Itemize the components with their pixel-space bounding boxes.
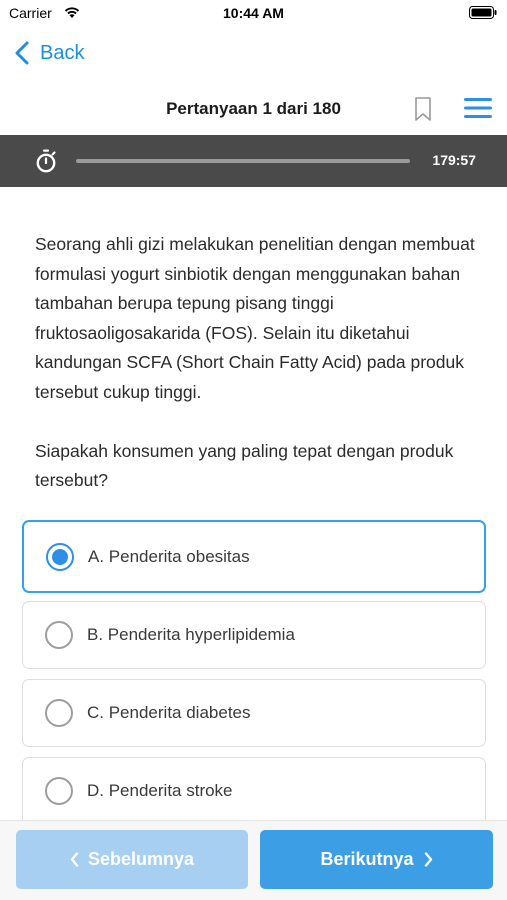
timer-bar: 179:57 xyxy=(0,135,507,187)
bookmark-icon[interactable] xyxy=(413,96,433,122)
timer-remaining: 179:57 xyxy=(432,152,476,168)
question-text: Seorang ahli gizi melakukan penelitian d… xyxy=(35,230,475,525)
back-button[interactable]: Back xyxy=(14,38,84,68)
navigation-bar: Back xyxy=(0,30,507,75)
back-label: Back xyxy=(40,41,85,64)
answer-option-c[interactable]: C. Penderita diabetes xyxy=(22,679,486,747)
chevron-left-icon xyxy=(70,852,79,867)
timer-progress-track xyxy=(76,159,410,163)
answer-option-label: B. Penderita hyperlipidemia xyxy=(87,625,295,644)
previous-button[interactable]: Sebelumnya xyxy=(16,830,248,889)
menu-icon[interactable] xyxy=(464,97,492,119)
question-prompt: Siapakah konsumen yang paling tepat deng… xyxy=(35,440,454,491)
radio-button[interactable] xyxy=(46,542,74,571)
question-paragraph: Seorang ahli gizi melakukan penelitian d… xyxy=(35,234,475,402)
battery-icon xyxy=(469,6,497,19)
previous-label: Sebelumnya xyxy=(87,849,195,869)
answer-option-label: C. Penderita diabetes xyxy=(87,703,251,722)
answer-option-a[interactable]: A. Penderita obesitas xyxy=(22,520,486,593)
clock-label: 10:44 AM xyxy=(223,5,284,21)
question-header: Pertanyaan 1 dari 180 xyxy=(0,85,507,133)
next-button[interactable]: Berikutnya xyxy=(260,830,493,889)
answer-option-d[interactable]: D. Penderita stroke xyxy=(22,757,486,825)
chevron-left-icon xyxy=(15,41,29,65)
answer-option-b[interactable]: B. Penderita hyperlipidemia xyxy=(22,601,486,669)
radio-button[interactable] xyxy=(45,621,73,649)
footer-navigation: Sebelumnya Berikutnya xyxy=(0,820,507,900)
stopwatch-icon xyxy=(36,149,56,173)
answer-option-label: D. Penderita stroke xyxy=(87,781,233,800)
next-label: Berikutnya xyxy=(320,849,414,869)
status-bar: Carrier 10:44 AM xyxy=(0,0,507,30)
radio-button[interactable] xyxy=(45,699,73,727)
answer-option-label: A. Penderita obesitas xyxy=(88,546,250,566)
radio-button[interactable] xyxy=(45,777,73,805)
chevron-right-icon xyxy=(424,852,432,867)
